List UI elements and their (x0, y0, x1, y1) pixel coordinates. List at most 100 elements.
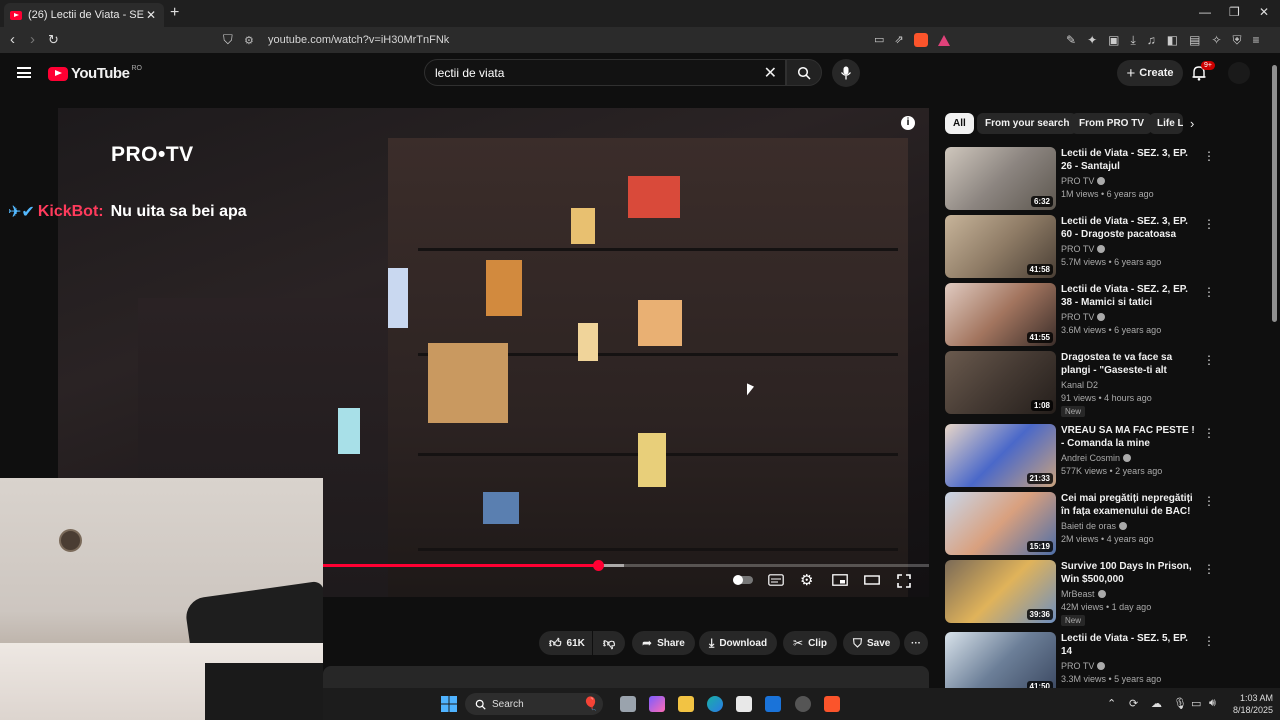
restore-icon[interactable]: ❐ (1229, 5, 1240, 19)
recommendation-item[interactable]: 15:19 Cei mai pregătiți nepregătiți în fa… (945, 492, 1215, 555)
forward-icon[interactable]: › (30, 31, 35, 48)
leo-icon[interactable]: ✧ (1211, 33, 1221, 48)
channel-name[interactable]: Baieti de oras (1061, 521, 1128, 531)
address-bar[interactable]: ⚙ youtube.com/watch?v=iH30MrTnFNk (244, 30, 964, 50)
site-info-icon[interactable]: ⚙ (244, 34, 258, 47)
media-icon[interactable]: ♫ (1147, 33, 1156, 48)
more-actions-button[interactable]: ··· (904, 631, 928, 655)
tray-mic-icon[interactable]: 🎙︎ (1173, 697, 1187, 710)
more-vertical-icon[interactable]: ⋮ (1203, 562, 1215, 576)
search-input[interactable]: lectii de viata ✕ (424, 59, 786, 86)
video-thumbnail[interactable]: 41:55 (945, 283, 1056, 346)
brave-rewards-icon[interactable] (937, 35, 950, 46)
chip-life[interactable]: Life L (1149, 113, 1183, 134)
more-vertical-icon[interactable]: ⋮ (1203, 634, 1215, 648)
channel-name[interactable]: PRO TV (1061, 176, 1106, 186)
tray-monitor-icon[interactable]: ▭ (1191, 697, 1201, 710)
copilot-icon[interactable] (649, 696, 665, 712)
video-title[interactable]: Lectii de Viata - SEZ. 3, EP. 60 - Drago… (1061, 215, 1197, 241)
chip-from-pro-tv[interactable]: From PRO TV (1071, 113, 1153, 134)
video-thumbnail[interactable]: 6:32 (945, 147, 1056, 210)
share-page-icon[interactable]: ⇗ (894, 33, 903, 47)
extensions-icon[interactable]: ✦ (1087, 33, 1097, 48)
wallet-icon-2[interactable]: ▤ (1189, 33, 1200, 48)
scrubber-handle[interactable] (593, 560, 605, 571)
close-window-icon[interactable]: ✕ (1259, 5, 1269, 19)
bookmark-icon[interactable]: ⛉ (223, 32, 233, 48)
create-button[interactable]: + Create (1117, 60, 1183, 86)
video-title[interactable]: Lectii de Viata - SEZ. 2, EP. 38 - Mamic… (1061, 283, 1197, 309)
save-button[interactable]: ⛉ Save (843, 631, 901, 655)
scrollbar-thumb[interactable] (1272, 65, 1277, 322)
reload-icon[interactable]: ↻ (48, 32, 59, 48)
page-scrollbar[interactable] (1270, 55, 1280, 695)
taskbar-search[interactable]: Search 🎈 (465, 693, 603, 715)
subtitles-icon[interactable] (768, 574, 784, 589)
menu-hamburger-icon[interactable] (17, 67, 31, 78)
video-title[interactable]: Cei mai pregătiți nepregătiți în fața ex… (1061, 492, 1197, 518)
taskbar-clock[interactable]: 1:03 AM 8/18/2025 (1225, 692, 1273, 716)
brave-shields-icon[interactable] (913, 33, 928, 47)
recommendation-item[interactable]: 21:33 VREAU SA MA FAC PESTE ! - Comanda l… (945, 424, 1215, 487)
windows-start-icon[interactable] (441, 696, 457, 712)
channel-name[interactable]: PRO TV (1061, 661, 1106, 671)
channel-name[interactable]: PRO TV (1061, 244, 1106, 254)
video-thumbnail[interactable]: 39:36 (945, 560, 1056, 623)
translate-icon[interactable]: ✎ (1066, 33, 1076, 48)
tray-cloud-icon[interactable]: ☁ (1151, 697, 1162, 710)
tray-overflow-icon[interactable]: ⌃ (1107, 697, 1116, 710)
channel-name[interactable]: Kanal D2 (1061, 380, 1098, 390)
recommendation-item[interactable]: 41:50 Lectii de Viata - SEZ. 5, EP. 14 PRO… (945, 632, 1215, 695)
channel-name[interactable]: Andrei Cosmin (1061, 453, 1132, 463)
info-icon[interactable]: i (901, 116, 915, 130)
brave-taskbar-icon[interactable] (824, 696, 840, 712)
wallet-icon[interactable]: ▣ (1108, 33, 1119, 48)
outlook-icon[interactable] (765, 696, 781, 712)
tray-sync-icon[interactable]: ⟳ (1129, 697, 1138, 710)
more-vertical-icon[interactable]: ⋮ (1203, 494, 1215, 508)
menu-icon[interactable]: ≡ (1253, 33, 1260, 48)
miniplayer-icon[interactable] (832, 574, 848, 589)
video-title[interactable]: Survive 100 Days In Prison, Win $500,000 (1061, 560, 1197, 586)
account-avatar[interactable] (1228, 62, 1250, 84)
browser-tab[interactable]: (26) Lectii de Viata - SEZ. 3, EP. 2 ✕ (4, 3, 164, 27)
recommendation-item[interactable]: 1:08 Dragostea te va face sa plangi - "Ga… (945, 351, 1215, 417)
tray-volume-icon[interactable]: 🔊︎ (1209, 697, 1216, 710)
back-icon[interactable]: ‹ (10, 31, 15, 48)
video-thumbnail[interactable]: 41:50 (945, 632, 1056, 695)
download-button[interactable]: ⤓ Download (699, 631, 778, 655)
more-vertical-icon[interactable]: ⋮ (1203, 149, 1215, 163)
video-thumbnail[interactable]: 41:58 (945, 215, 1056, 278)
downloads-icon[interactable]: ⤓ (1130, 33, 1135, 48)
fullscreen-icon[interactable] (897, 574, 911, 591)
video-thumbnail[interactable]: 21:33 (945, 424, 1056, 487)
video-thumbnail[interactable]: 15:19 (945, 492, 1056, 555)
store-icon[interactable] (736, 696, 752, 712)
share-button[interactable]: ➦ Share (632, 631, 695, 655)
youtube-logo[interactable]: YouTube RO (48, 65, 142, 82)
video-title[interactable]: Lectii de Viata - SEZ. 3, EP. 26 - Santa… (1061, 147, 1197, 173)
recommendation-item[interactable]: 6:32 Lectii de Viata - SEZ. 3, EP. 26 - S… (945, 147, 1215, 210)
channel-name[interactable]: PRO TV (1061, 312, 1106, 322)
close-tab-icon[interactable]: ✕ (144, 8, 158, 22)
video-title[interactable]: VREAU SA MA FAC PESTE ! - Comanda la min… (1061, 424, 1197, 450)
chevron-right-icon[interactable]: › (1190, 116, 1194, 131)
sidebar-icon[interactable]: ◧ (1167, 33, 1178, 48)
more-vertical-icon[interactable]: ⋮ (1203, 285, 1215, 299)
channel-name[interactable]: MrBeast (1061, 589, 1106, 599)
search-button[interactable] (786, 59, 822, 86)
notifications-button[interactable]: 9+ (1192, 61, 1215, 81)
video-thumbnail[interactable]: 1:08 (945, 351, 1056, 414)
new-tab-icon[interactable]: + (170, 4, 179, 22)
edge-icon[interactable] (707, 696, 723, 712)
theater-mode-icon[interactable] (864, 574, 880, 589)
recommendation-item[interactable]: 39:36 Survive 100 Days In Prison, Win $50… (945, 560, 1215, 626)
clear-search-icon[interactable]: ✕ (764, 63, 777, 83)
chip-from-your-search[interactable]: From your search (977, 113, 1078, 134)
settings-gear-icon[interactable]: ⚙ (800, 571, 813, 589)
recommendation-item[interactable]: 41:58 Lectii de Viata - SEZ. 3, EP. 60 - … (945, 215, 1215, 278)
video-title[interactable]: Dragostea te va face sa plangi - "Gasest… (1061, 351, 1197, 377)
dislike-button[interactable]: 👎︎ (593, 631, 625, 655)
vpn-icon[interactable]: ⛨ (1233, 33, 1242, 48)
autoplay-toggle[interactable] (732, 574, 754, 589)
